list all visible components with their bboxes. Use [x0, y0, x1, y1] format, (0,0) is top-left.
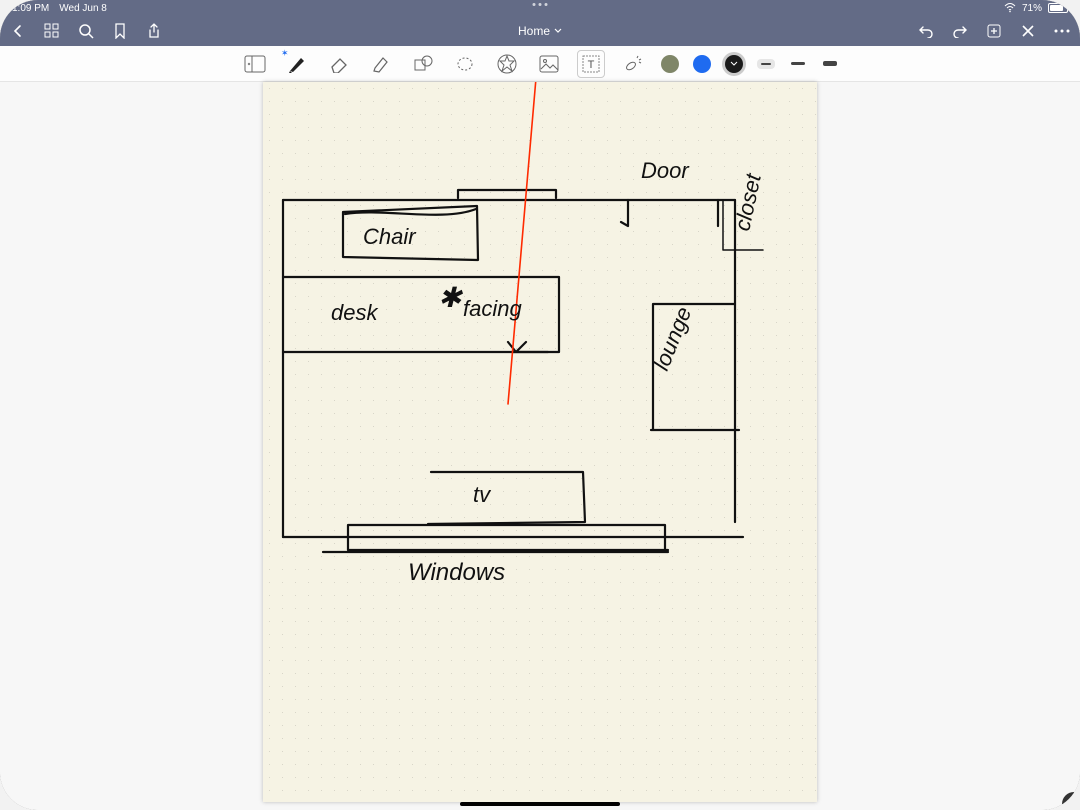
undo-button[interactable]: [916, 21, 936, 41]
search-button[interactable]: [76, 21, 96, 41]
home-indicator[interactable]: [460, 802, 620, 806]
label-desk: desk: [331, 300, 378, 325]
svg-text:T: T: [588, 59, 595, 71]
status-bar: 1:09 PM Wed Jun 8 71%: [0, 0, 1080, 16]
quick-note-icon[interactable]: [1054, 784, 1074, 804]
favorites-tool[interactable]: [493, 50, 521, 78]
bookmark-button[interactable]: [110, 21, 130, 41]
document-title: Home: [518, 24, 550, 38]
label-facing: facing: [463, 296, 522, 321]
label-chair: Chair: [363, 224, 417, 249]
more-button[interactable]: [1052, 21, 1072, 41]
battery-icon: [1048, 3, 1068, 13]
app-header: Home: [0, 16, 1080, 46]
back-button[interactable]: [8, 21, 28, 41]
document-title-dropdown[interactable]: Home: [518, 24, 562, 38]
chevron-down-icon: [554, 27, 562, 35]
stroke-thick[interactable]: [821, 61, 839, 66]
multitask-dots-icon[interactable]: [533, 3, 548, 6]
stroke-thin[interactable]: [757, 59, 775, 69]
color-olive[interactable]: [661, 55, 679, 73]
wifi-icon: [1004, 3, 1016, 13]
label-closet: closet: [729, 171, 766, 233]
canvas-area[interactable]: Chair desk facing ✱ Door closet lounge t…: [0, 82, 1080, 810]
lasso-tool[interactable]: [451, 50, 479, 78]
eraser-tool[interactable]: [325, 50, 353, 78]
status-time: 1:09 PM: [12, 3, 49, 14]
drawing-toolbar: ✶ T: [0, 46, 1080, 82]
text-tool[interactable]: T: [577, 50, 605, 78]
stroke-medium[interactable]: [789, 62, 807, 65]
close-button[interactable]: [1018, 21, 1038, 41]
battery-text: 71%: [1022, 3, 1042, 14]
svg-text:✱: ✱: [438, 282, 464, 313]
hand-drawn-floorplan: Chair desk facing ✱ Door closet lounge t…: [263, 82, 817, 802]
share-button[interactable]: [144, 21, 164, 41]
redo-button[interactable]: [950, 21, 970, 41]
label-tv: tv: [473, 482, 492, 507]
pen-tool[interactable]: ✶: [283, 50, 311, 78]
label-windows: Windows: [408, 559, 505, 586]
color-blue[interactable]: [693, 55, 711, 73]
highlighter-tool[interactable]: [367, 50, 395, 78]
add-page-button[interactable]: [984, 21, 1004, 41]
shape-tool[interactable]: [409, 50, 437, 78]
laser-pointer-tool[interactable]: [619, 50, 647, 78]
grid-view-button[interactable]: [42, 21, 62, 41]
note-page[interactable]: Chair desk facing ✱ Door closet lounge t…: [263, 82, 817, 802]
image-tool[interactable]: [535, 50, 563, 78]
status-date: Wed Jun 8: [59, 3, 107, 14]
color-black[interactable]: [725, 55, 743, 73]
label-lounge: lounge: [648, 303, 696, 374]
sidebar-toggle-button[interactable]: [241, 50, 269, 78]
label-door: Door: [641, 158, 690, 183]
